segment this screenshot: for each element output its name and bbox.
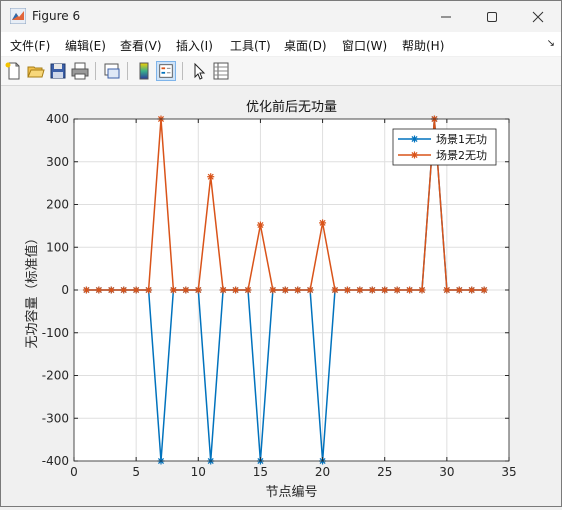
data-point-series-2 — [468, 286, 476, 294]
data-point-series-2 — [132, 286, 140, 294]
data-point-series-2 — [393, 286, 401, 294]
open-file-icon[interactable] — [26, 61, 46, 81]
figure-window: Figure 6 文件(F) 编辑(E) 查看(V) 插入(I) 工具(T) 桌… — [0, 0, 562, 507]
data-point-series-2 — [194, 286, 202, 294]
y-tick-label: -300 — [42, 411, 69, 425]
x-tick-label: 30 — [439, 465, 454, 479]
maximize-icon — [487, 11, 497, 22]
x-axis-label: 节点编号 — [265, 485, 317, 500]
data-point-series-2 — [82, 286, 90, 294]
legend-marker-2 — [411, 151, 418, 159]
data-point-series-2 — [281, 286, 289, 294]
minimize-button[interactable] — [423, 1, 469, 32]
minimize-icon — [441, 16, 451, 17]
data-point-series-2 — [406, 286, 414, 294]
menu-insert[interactable]: 插入(I) — [176, 37, 213, 54]
data-point-series-2 — [443, 286, 451, 294]
pointer-icon[interactable] — [189, 61, 209, 81]
x-tick-label: 20 — [315, 465, 330, 479]
data-point-series-2 — [480, 286, 488, 294]
maximize-button[interactable] — [469, 1, 515, 32]
data-point-series-2 — [107, 286, 115, 294]
data-point-series-2 — [95, 286, 103, 294]
toolbar-separator — [182, 62, 183, 80]
property-inspector-icon[interactable] — [211, 61, 231, 81]
window-title: Figure 6 — [32, 9, 81, 23]
legend-label-2: 场景2无功 — [436, 148, 487, 162]
data-point-series-2 — [356, 286, 364, 294]
data-point-series-2 — [319, 219, 327, 227]
y-tick-label: 300 — [46, 155, 69, 169]
toolbar-separator — [127, 62, 128, 80]
menu-window[interactable]: 窗口(W) — [342, 37, 387, 54]
link-plot-icon[interactable] — [102, 61, 122, 81]
close-icon — [532, 11, 544, 22]
data-point-series-2 — [343, 286, 351, 294]
y-tick-label: 200 — [46, 198, 69, 212]
colorbar-icon[interactable] — [134, 61, 154, 81]
chart-title: 优化前后无功量 — [246, 99, 337, 115]
menu-help[interactable]: 帮助(H) — [402, 37, 444, 54]
data-point-series-2 — [244, 286, 252, 294]
menu-bar: 文件(F) 编辑(E) 查看(V) 插入(I) 工具(T) 桌面(D) 窗口(W… — [1, 32, 561, 56]
close-button[interactable] — [515, 1, 561, 32]
x-tick-label: 15 — [253, 465, 268, 479]
new-figure-icon[interactable] — [4, 61, 24, 81]
legend: 场景1无功场景2无功 — [392, 128, 497, 166]
data-point-series-2 — [169, 286, 177, 294]
data-point-series-2 — [455, 286, 463, 294]
menu-file[interactable]: 文件(F) — [10, 37, 50, 54]
toolbar-separator — [95, 62, 96, 80]
data-point-series-2 — [120, 286, 128, 294]
data-point-series-2 — [269, 286, 277, 294]
x-tick-label: 25 — [377, 465, 392, 479]
data-point-series-2 — [294, 286, 302, 294]
y-tick-label: 100 — [46, 240, 69, 254]
data-point-series-2 — [145, 286, 153, 294]
menu-edit[interactable]: 编辑(E) — [65, 37, 106, 54]
data-point-series-2 — [368, 286, 376, 294]
x-tick-label: 5 — [132, 465, 140, 479]
y-tick-label: 0 — [61, 283, 69, 297]
x-tick-label: 35 — [501, 465, 516, 479]
menu-overflow-icon[interactable]: ↘ — [547, 38, 555, 49]
menu-desktop[interactable]: 桌面(D) — [284, 37, 327, 54]
data-point-series-2 — [331, 286, 339, 294]
matlab-icon — [10, 8, 26, 24]
y-tick-label: 400 — [46, 112, 69, 126]
toolbar — [1, 57, 561, 86]
menu-view[interactable]: 查看(V) — [120, 37, 162, 54]
legend-marker-1 — [411, 135, 418, 143]
y-axis-label: 无功容量（标准值） — [24, 231, 40, 348]
figure-canvas: 0 5 10 15 20 25 30 35 -400 -300 -200 -100 0 100 200 300… — [1, 86, 561, 506]
title-bar: Figure 6 — [1, 1, 561, 32]
x-tick-label: 0 — [70, 465, 78, 479]
line-chart[interactable]: 0 5 10 15 20 25 30 35 -400 -300 -200 -100 0 100 200 300… — [1, 86, 561, 506]
data-point-series-2 — [418, 286, 426, 294]
legend-icon[interactable] — [156, 61, 176, 81]
data-point-series-2 — [381, 286, 389, 294]
print-icon[interactable] — [70, 61, 90, 81]
data-point-series-2 — [219, 286, 227, 294]
data-point-series-2 — [256, 221, 264, 229]
data-point-series-2 — [207, 173, 215, 181]
menu-tools[interactable]: 工具(T) — [230, 37, 271, 54]
y-tick-label: -100 — [42, 326, 69, 340]
y-tick-label: -200 — [42, 369, 69, 383]
data-point-series-2 — [306, 286, 314, 294]
data-point-series-2 — [182, 286, 190, 294]
save-icon[interactable] — [48, 61, 68, 81]
data-point-series-2 — [232, 286, 240, 294]
x-tick-label: 10 — [191, 465, 206, 479]
legend-label-1: 场景1无功 — [436, 132, 487, 146]
y-tick-label: -400 — [42, 454, 69, 468]
